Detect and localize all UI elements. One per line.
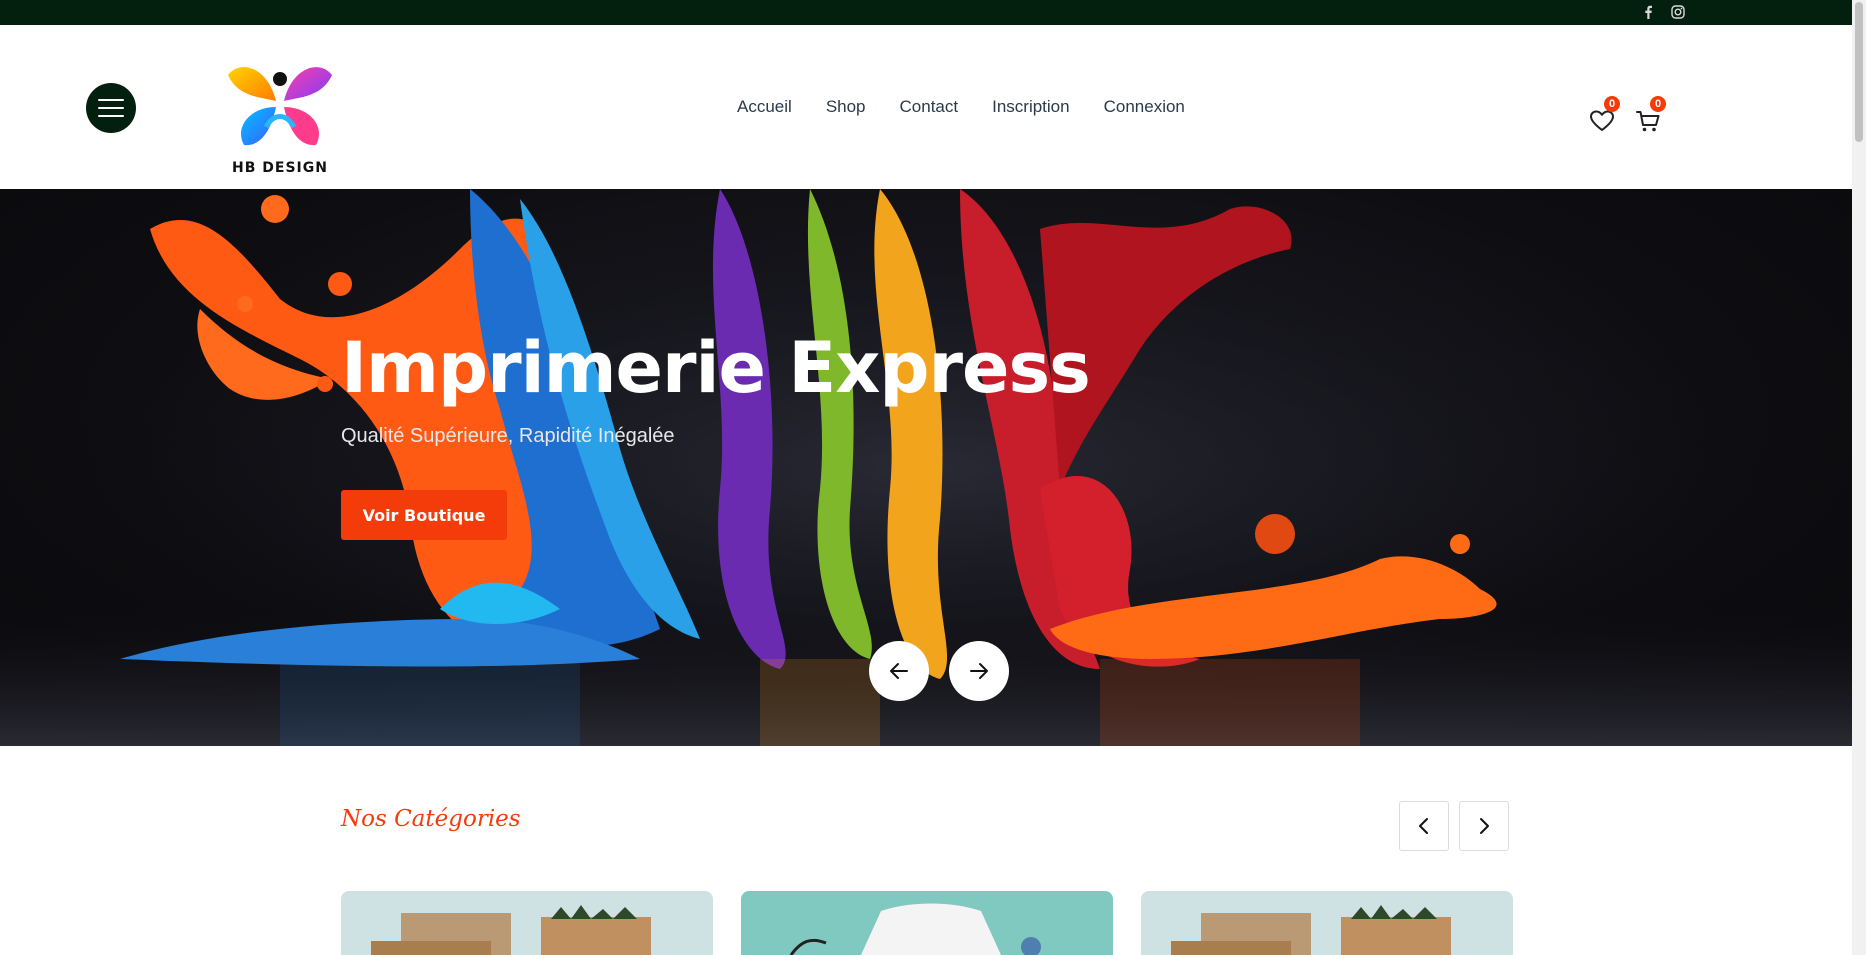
facebook-icon[interactable] xyxy=(1639,3,1657,21)
cart-button[interactable]: 0 xyxy=(1634,96,1666,135)
cart-count-badge: 0 xyxy=(1650,96,1666,112)
nav-connexion[interactable]: Connexion xyxy=(1087,97,1202,117)
hamburger-menu-button[interactable] xyxy=(86,83,136,133)
categories-title: Nos Catégories xyxy=(341,806,521,832)
category-card[interactable] xyxy=(741,891,1113,955)
wishlist-button[interactable]: 0 xyxy=(1588,96,1620,135)
hero-slider: Imprimerie Express Qualité Supérieure, R… xyxy=(0,189,1852,746)
categories-next-button[interactable] xyxy=(1459,801,1509,851)
category-card[interactable] xyxy=(341,891,713,955)
chevron-right-icon xyxy=(1480,818,1489,834)
categories-prev-button[interactable] xyxy=(1399,801,1449,851)
instagram-icon[interactable] xyxy=(1669,3,1687,21)
nav-shop[interactable]: Shop xyxy=(809,97,883,117)
hero-title: Imprimerie Express xyxy=(341,327,1091,409)
arrow-left-icon xyxy=(890,663,908,679)
shop-now-button[interactable]: Voir Boutique xyxy=(341,490,507,540)
nav-contact[interactable]: Contact xyxy=(883,97,976,117)
site-logo[interactable]: HB DESIGN xyxy=(220,57,340,179)
page-scrollbar[interactable] xyxy=(1852,0,1866,955)
hero-next-button[interactable] xyxy=(949,641,1009,701)
category-image xyxy=(741,891,1113,955)
arrow-right-icon xyxy=(970,663,988,679)
category-image xyxy=(341,891,713,955)
hero-subtitle: Qualité Supérieure, Rapidité Inégalée xyxy=(341,425,675,447)
scrollbar-thumb[interactable] xyxy=(1855,2,1863,142)
main-nav: Accueil Shop Contact Inscription Connexi… xyxy=(720,25,1202,189)
site-header: HB DESIGN Accueil Shop Contact Inscripti… xyxy=(0,25,1852,189)
hero-prev-button[interactable] xyxy=(869,641,929,701)
wishlist-count-badge: 0 xyxy=(1604,96,1620,112)
nav-inscription[interactable]: Inscription xyxy=(975,97,1086,117)
logo-text: HB DESIGN xyxy=(232,160,328,176)
butterfly-logo-icon xyxy=(228,67,332,146)
category-card[interactable] xyxy=(1141,891,1513,955)
category-image xyxy=(1141,891,1513,955)
chevron-left-icon xyxy=(1419,818,1428,834)
nav-accueil[interactable]: Accueil xyxy=(720,97,809,117)
top-bar xyxy=(0,0,1852,25)
